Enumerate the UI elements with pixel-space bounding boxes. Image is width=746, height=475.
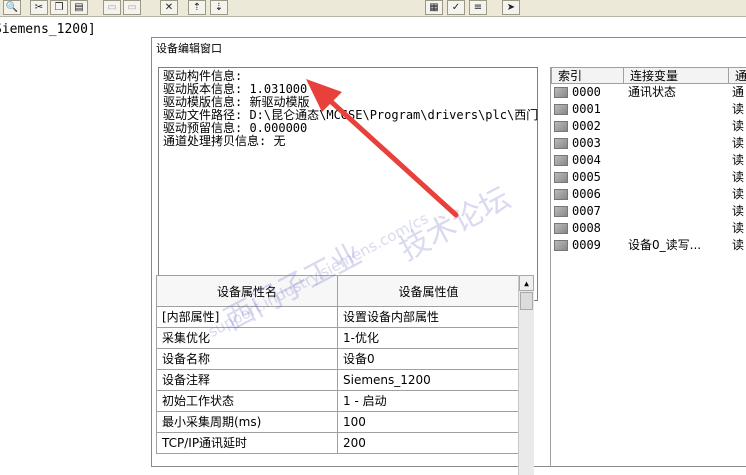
channel-name: 读 xyxy=(732,119,745,133)
channel-icon xyxy=(554,104,568,115)
property-row[interactable]: 设备名称 设备0 xyxy=(156,349,521,370)
channel-name: 读 xyxy=(732,187,745,201)
info-line: 驱动模版信息: 新驱动模版 xyxy=(163,95,310,109)
move-down-icon[interactable]: ⇣ xyxy=(210,0,228,15)
channel-row[interactable]: 0009 设备0_读写... 读 xyxy=(551,237,746,254)
property-name: TCP/IP通讯延时 xyxy=(156,433,338,454)
channel-row[interactable]: 0006 读 xyxy=(551,186,746,203)
properties-icon[interactable]: ▦ xyxy=(425,0,443,15)
redo-icon[interactable]: ▭ xyxy=(123,0,141,15)
channel-list: 索引 连接变量 通 0000 通讯状态 通 0001 读 0002 读 0003… xyxy=(550,67,746,467)
property-row[interactable]: 最小采集周期(ms) 100 xyxy=(156,412,521,433)
property-name: [内部属性] xyxy=(156,307,338,328)
channel-icon xyxy=(554,223,568,234)
channel-icon xyxy=(554,206,568,217)
channel-row[interactable]: 0007 读 xyxy=(551,203,746,220)
channel-row[interactable]: 0002 读 xyxy=(551,118,746,135)
channel-row[interactable]: 0001 读 xyxy=(551,101,746,118)
property-row[interactable]: TCP/IP通讯延时 200 xyxy=(156,433,521,454)
channel-icon xyxy=(554,121,568,132)
property-name: 采集优化 xyxy=(156,328,338,349)
zoom-icon[interactable]: 🔍 xyxy=(3,0,21,15)
channel-index: 0009 xyxy=(572,238,601,252)
channel-icon xyxy=(554,189,568,200)
channel-icon xyxy=(554,138,568,149)
property-value[interactable]: 100 xyxy=(337,412,520,433)
property-row[interactable]: 初始工作状态 1 - 启动 xyxy=(156,391,521,412)
undo-icon[interactable]: ▭ xyxy=(103,0,121,15)
property-value[interactable]: 设备0 xyxy=(337,349,520,370)
channel-row[interactable]: 0005 读 xyxy=(551,169,746,186)
channel-name-header[interactable]: 通 xyxy=(728,67,746,84)
move-up-icon[interactable]: ⇡ xyxy=(188,0,206,15)
window-title: 设备编辑窗口 xyxy=(152,38,746,60)
property-name: 设备注释 xyxy=(156,370,338,391)
scroll-thumb[interactable] xyxy=(520,292,533,310)
channel-index: 0006 xyxy=(572,187,601,201)
property-name: 设备名称 xyxy=(156,349,338,370)
channel-index: 0004 xyxy=(572,153,601,167)
check-icon[interactable]: ✓ xyxy=(447,0,465,15)
toolbar: 🔍 ✂ ❐ ▤ ▭ ▭ ✕ ⇡ ⇣ ▦ ✓ ≡ ➤ xyxy=(0,0,746,17)
channel-icon xyxy=(554,87,568,98)
property-value[interactable]: Siemens_1200 xyxy=(337,370,520,391)
channel-icon xyxy=(554,172,568,183)
channel-index-header[interactable]: 索引 xyxy=(551,67,624,84)
channel-name: 读 xyxy=(732,238,745,252)
property-row[interactable]: [内部属性] 设置设备内部属性 xyxy=(156,307,521,328)
channel-name: 通 xyxy=(732,85,745,99)
channel-index: 0005 xyxy=(572,170,601,184)
property-name-header[interactable]: 设备属性名 xyxy=(156,275,338,307)
property-value[interactable]: 1-优化 xyxy=(337,328,520,349)
scroll-up-arrow-icon[interactable]: ▲ xyxy=(519,275,534,291)
property-name: 初始工作状态 xyxy=(156,391,338,412)
property-value[interactable]: 1 - 启动 xyxy=(337,391,520,412)
channel-variable-header[interactable]: 连接变量 xyxy=(623,67,729,84)
channel-index: 0002 xyxy=(572,119,601,133)
property-scrollbar[interactable]: ▲ xyxy=(518,275,534,475)
property-table-header: 设备属性名 设备属性值 xyxy=(156,275,521,307)
paste-icon[interactable]: ▤ xyxy=(70,0,88,15)
channel-name: 读 xyxy=(732,170,745,184)
channel-name: 读 xyxy=(732,221,745,235)
channel-icon xyxy=(554,155,568,166)
copy-icon[interactable]: ❐ xyxy=(50,0,68,15)
property-row[interactable]: 设备注释 Siemens_1200 xyxy=(156,370,521,391)
channel-row[interactable]: 0004 读 xyxy=(551,152,746,169)
channel-row[interactable]: 0008 读 xyxy=(551,220,746,237)
cut-icon[interactable]: ✂ xyxy=(30,0,48,15)
channel-name: 读 xyxy=(732,136,745,150)
channel-icon xyxy=(554,240,568,251)
channel-index: 0001 xyxy=(572,102,601,116)
property-row[interactable]: 采集优化 1-优化 xyxy=(156,328,521,349)
channel-variable: 通讯状态 xyxy=(628,85,677,99)
channel-row[interactable]: 0000 通讯状态 通 xyxy=(551,84,746,101)
property-value[interactable]: 设置设备内部属性 xyxy=(337,307,520,328)
info-line: 通道处理拷贝信息: 无 xyxy=(163,134,286,148)
channel-name: 读 xyxy=(732,204,745,218)
driver-info-box: 驱动构件信息: 驱动版本信息: 1.031000 驱动模版信息: 新驱动模版 驱… xyxy=(158,67,538,301)
channel-index: 0007 xyxy=(572,204,601,218)
channel-index: 0008 xyxy=(572,221,601,235)
device-tree-item[interactable]: Siemens_1200] xyxy=(0,22,96,37)
channel-name: 读 xyxy=(732,102,745,116)
help-pointer-icon[interactable]: ➤ xyxy=(502,0,520,15)
tools-icon[interactable]: ✕ xyxy=(160,0,178,15)
channel-variable: 设备0_读写... xyxy=(628,238,702,252)
list-icon[interactable]: ≡ xyxy=(469,0,487,15)
device-edit-window: 设备编辑窗口 驱动构件信息: 驱动版本信息: 1.031000 驱动模版信息: … xyxy=(151,37,746,475)
channel-index: 0000 xyxy=(572,85,601,99)
channel-name: 读 xyxy=(732,153,745,167)
channel-row[interactable]: 0003 读 xyxy=(551,135,746,152)
channel-index: 0003 xyxy=(572,136,601,150)
property-value-header[interactable]: 设备属性值 xyxy=(337,275,520,307)
property-value[interactable]: 200 xyxy=(337,433,520,454)
property-name: 最小采集周期(ms) xyxy=(156,412,338,433)
